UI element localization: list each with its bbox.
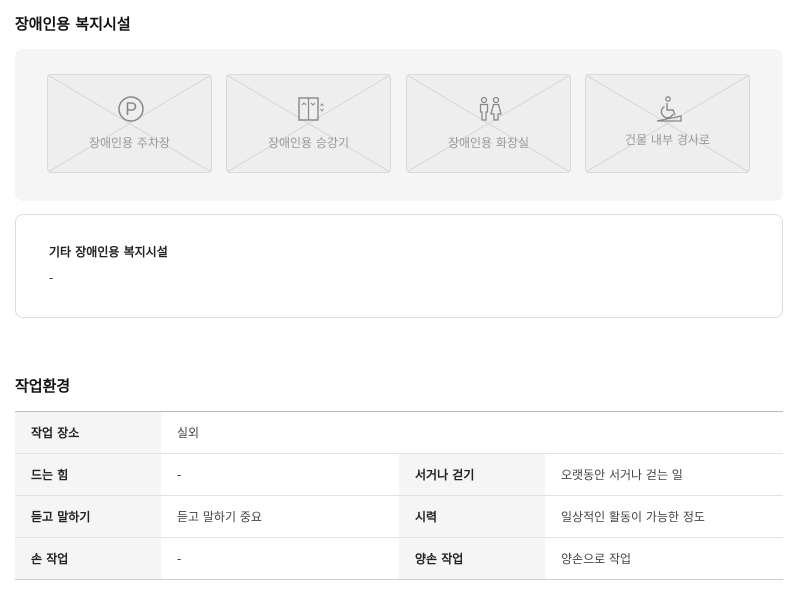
vision-key: 시력 — [399, 495, 545, 538]
work-env-section-title: 작업환경 — [15, 377, 71, 395]
table-row: 손 작업 - 양손 작업 양손으로 작업 — [15, 537, 784, 580]
facility-label-restroom: 장애인용 화장실 — [447, 136, 530, 150]
other-facilities-value: - — [49, 271, 54, 285]
hearing-speaking-key: 듣고 말하기 — [15, 495, 161, 538]
standing-walking-key: 서거나 걷기 — [399, 453, 545, 496]
facility-label-parking: 장애인용 주차장 — [88, 136, 171, 150]
other-facilities-title: 기타 장애인용 복지시설 — [49, 245, 168, 259]
table-row: 듣고 말하기 듣고 말하기 중요 시력 일상적인 활동이 가능한 정도 — [15, 495, 784, 538]
hearing-speaking-value: 듣고 말하기 중요 — [161, 495, 399, 538]
facility-card-parking: 장애인용 주차장 — [47, 74, 212, 173]
facility-card-restroom: 장애인용 화장실 — [406, 74, 571, 173]
work-env-table: 작업 장소 실외 드는 힘 - 서거나 걷기 오랫동안 서거나 걷는 일 듣고 … — [15, 411, 784, 580]
table-row: 드는 힘 - 서거나 걷기 오랫동안 서거나 걷는 일 — [15, 453, 784, 496]
hand-work-key: 손 작업 — [15, 537, 161, 580]
wheelchair-ramp-icon — [656, 96, 682, 122]
standing-walking-value: 오랫동안 서거나 걷는 일 — [545, 453, 784, 496]
restroom-icon — [479, 96, 502, 121]
work-place-key: 작업 장소 — [15, 411, 161, 454]
lifting-value: - — [161, 453, 399, 496]
work-place-value: 실외 — [161, 411, 784, 454]
facility-label-ramp: 건물 내부 경사로 — [625, 133, 710, 147]
facility-card-elevator: 장애인용 승강기 — [226, 74, 391, 173]
facilities-section-title: 장애인용 복지시설 — [15, 15, 131, 33]
elevator-icon — [298, 97, 324, 121]
two-hand-work-key: 양손 작업 — [399, 537, 545, 580]
facility-card-ramp: 건물 내부 경사로 — [585, 74, 750, 173]
hand-work-value: - — [161, 537, 399, 580]
facility-cards-panel: 장애인용 주차장 장애인용 승강기 장애인용 화장실 건물 내부 경사로 — [15, 49, 783, 201]
two-hand-work-value: 양손으로 작업 — [545, 537, 784, 580]
lifting-key: 드는 힘 — [15, 453, 161, 496]
other-facilities-box: 기타 장애인용 복지시설 - — [15, 214, 783, 318]
vision-value: 일상적인 활동이 가능한 정도 — [545, 495, 784, 538]
table-row: 작업 장소 실외 — [15, 411, 784, 454]
parking-icon — [118, 96, 144, 122]
facility-label-elevator: 장애인용 승강기 — [267, 136, 350, 150]
